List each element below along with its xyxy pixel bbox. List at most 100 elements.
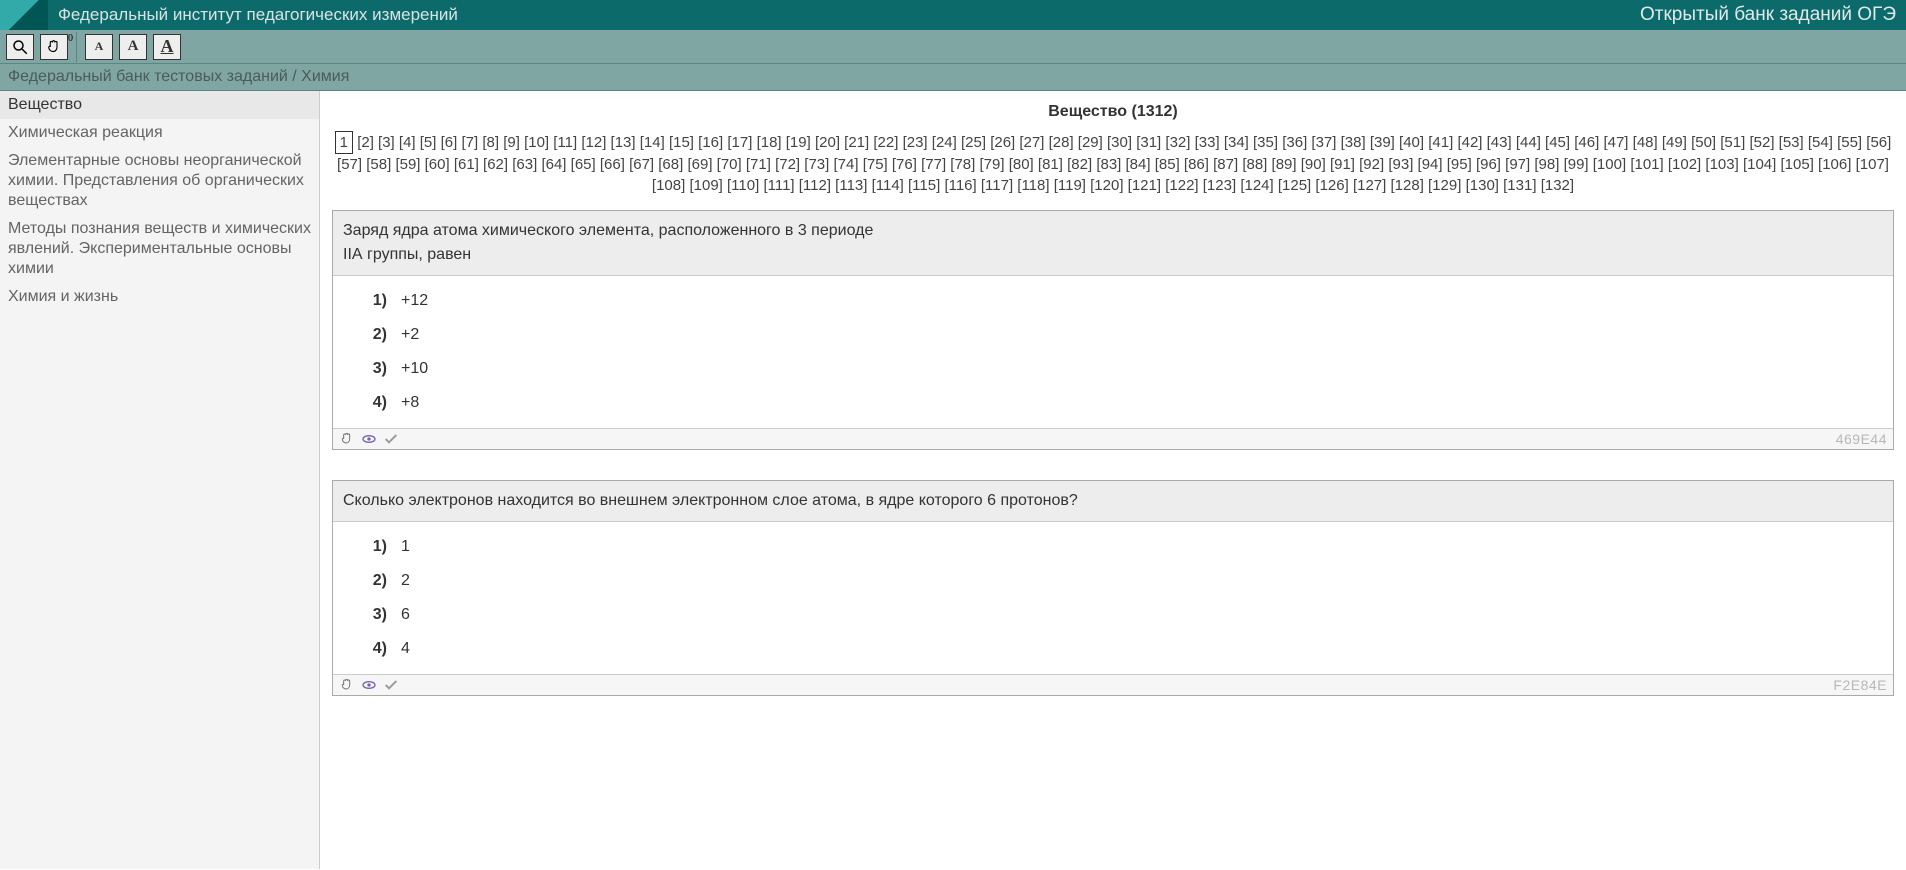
font-size-small-button[interactable]: A — [85, 34, 113, 60]
page-link[interactable]: [28] — [1049, 134, 1074, 151]
page-link[interactable]: [46] — [1574, 134, 1599, 151]
page-link[interactable]: [127] — [1353, 177, 1386, 194]
page-link[interactable]: [96] — [1476, 156, 1501, 173]
font-size-medium-button[interactable]: A — [119, 34, 147, 60]
page-link[interactable]: [92] — [1359, 156, 1384, 173]
page-link[interactable]: [8] — [482, 134, 499, 151]
option-row[interactable]: 2)2 — [333, 564, 1893, 598]
page-link[interactable]: [116] — [944, 177, 976, 194]
page-link[interactable]: [100] — [1593, 156, 1626, 173]
search-button[interactable] — [6, 34, 34, 60]
page-link[interactable]: [16] — [698, 134, 723, 151]
page-link[interactable]: [60] — [425, 156, 450, 173]
page-link[interactable]: [66] — [600, 156, 625, 173]
page-link[interactable]: [18] — [757, 134, 782, 151]
page-link[interactable]: [103] — [1705, 156, 1738, 173]
page-link[interactable]: [67] — [629, 156, 654, 173]
eye-icon[interactable] — [361, 431, 377, 447]
page-link[interactable]: [76] — [892, 156, 917, 173]
sidebar-item[interactable]: Методы познания веществ и химических явл… — [0, 215, 319, 283]
page-link[interactable]: [80] — [1009, 156, 1034, 173]
page-link[interactable]: [106] — [1818, 156, 1851, 173]
page-link[interactable]: [12] — [581, 134, 606, 151]
page-link[interactable]: [29] — [1078, 134, 1103, 151]
page-link[interactable]: [95] — [1447, 156, 1472, 173]
page-link[interactable]: [75] — [863, 156, 888, 173]
option-row[interactable]: 1)+12 — [333, 284, 1893, 318]
selection-button[interactable]: 0 — [40, 34, 68, 60]
page-link[interactable]: [27] — [1019, 134, 1044, 151]
sidebar-item[interactable]: Элементарные основы неорганической химии… — [0, 147, 319, 215]
page-link[interactable]: [10] — [524, 134, 549, 151]
page-link[interactable]: [9] — [503, 134, 520, 151]
check-icon[interactable] — [383, 677, 399, 693]
option-row[interactable]: 4)4 — [333, 632, 1893, 666]
page-link[interactable]: [110] — [727, 177, 759, 194]
page-link[interactable]: [33] — [1195, 134, 1220, 151]
page-link[interactable]: [20] — [815, 134, 840, 151]
page-link[interactable]: [49] — [1662, 134, 1687, 151]
page-link[interactable]: [71] — [746, 156, 771, 173]
page-link[interactable]: [5] — [420, 134, 437, 151]
page-link[interactable]: [104] — [1743, 156, 1776, 173]
page-link[interactable]: [74] — [833, 156, 858, 173]
page-link[interactable]: [113] — [835, 177, 867, 194]
mark-icon[interactable] — [339, 677, 355, 693]
page-link[interactable]: [35] — [1253, 134, 1278, 151]
page-link[interactable]: [82] — [1067, 156, 1092, 173]
page-link[interactable]: [63] — [512, 156, 537, 173]
page-link[interactable]: [31] — [1136, 134, 1161, 151]
page-link[interactable]: [24] — [932, 134, 957, 151]
page-link[interactable]: [38] — [1341, 134, 1366, 151]
page-link[interactable]: [26] — [990, 134, 1015, 151]
page-link[interactable]: [43] — [1487, 134, 1512, 151]
page-link[interactable]: [64] — [541, 156, 566, 173]
page-link[interactable]: [119] — [1054, 177, 1086, 194]
page-link[interactable]: [2] — [357, 134, 374, 151]
option-row[interactable]: 4)+8 — [333, 386, 1893, 420]
page-link[interactable]: [21] — [844, 134, 869, 151]
page-link[interactable]: [79] — [980, 156, 1005, 173]
page-link[interactable]: [122] — [1165, 177, 1198, 194]
page-link[interactable]: [99] — [1564, 156, 1589, 173]
page-link[interactable]: [118] — [1017, 177, 1049, 194]
page-link[interactable]: [125] — [1278, 177, 1311, 194]
page-link[interactable]: [102] — [1668, 156, 1701, 173]
sidebar-item[interactable]: Химия и жизнь — [0, 283, 319, 311]
option-row[interactable]: 3)6 — [333, 598, 1893, 632]
page-link[interactable]: [112] — [799, 177, 831, 194]
page-link[interactable]: [131] — [1503, 177, 1536, 194]
page-link[interactable]: [73] — [804, 156, 829, 173]
page-link[interactable]: [17] — [727, 134, 752, 151]
page-link[interactable]: [36] — [1282, 134, 1307, 151]
option-row[interactable]: 3)+10 — [333, 352, 1893, 386]
page-link[interactable]: [90] — [1301, 156, 1326, 173]
page-link[interactable]: [3] — [378, 134, 395, 151]
page-link[interactable]: [107] — [1856, 156, 1889, 173]
page-link[interactable]: [94] — [1418, 156, 1443, 173]
page-link[interactable]: [6] — [441, 134, 458, 151]
page-link[interactable]: [120] — [1090, 177, 1123, 194]
page-link[interactable]: [91] — [1330, 156, 1355, 173]
page-link[interactable]: [37] — [1311, 134, 1336, 151]
page-link[interactable]: [89] — [1272, 156, 1297, 173]
page-link[interactable]: [101] — [1630, 156, 1663, 173]
page-link[interactable]: [70] — [717, 156, 742, 173]
page-link[interactable]: [30] — [1107, 134, 1132, 151]
check-icon[interactable] — [383, 431, 399, 447]
page-link[interactable]: [83] — [1096, 156, 1121, 173]
page-link[interactable]: [62] — [483, 156, 508, 173]
page-link[interactable]: [59] — [395, 156, 420, 173]
page-link[interactable]: [34] — [1224, 134, 1249, 151]
page-link[interactable]: [69] — [687, 156, 712, 173]
sidebar-item[interactable]: Вещество — [0, 91, 319, 119]
page-link[interactable]: [56] — [1866, 134, 1891, 151]
page-link[interactable]: [105] — [1781, 156, 1814, 173]
page-link[interactable]: [41] — [1428, 134, 1453, 151]
option-row[interactable]: 1)1 — [333, 530, 1893, 564]
page-link[interactable]: [22] — [873, 134, 898, 151]
page-link[interactable]: [93] — [1388, 156, 1413, 173]
page-link[interactable]: [19] — [786, 134, 811, 151]
page-link[interactable]: [97] — [1505, 156, 1530, 173]
page-link[interactable]: [23] — [903, 134, 928, 151]
